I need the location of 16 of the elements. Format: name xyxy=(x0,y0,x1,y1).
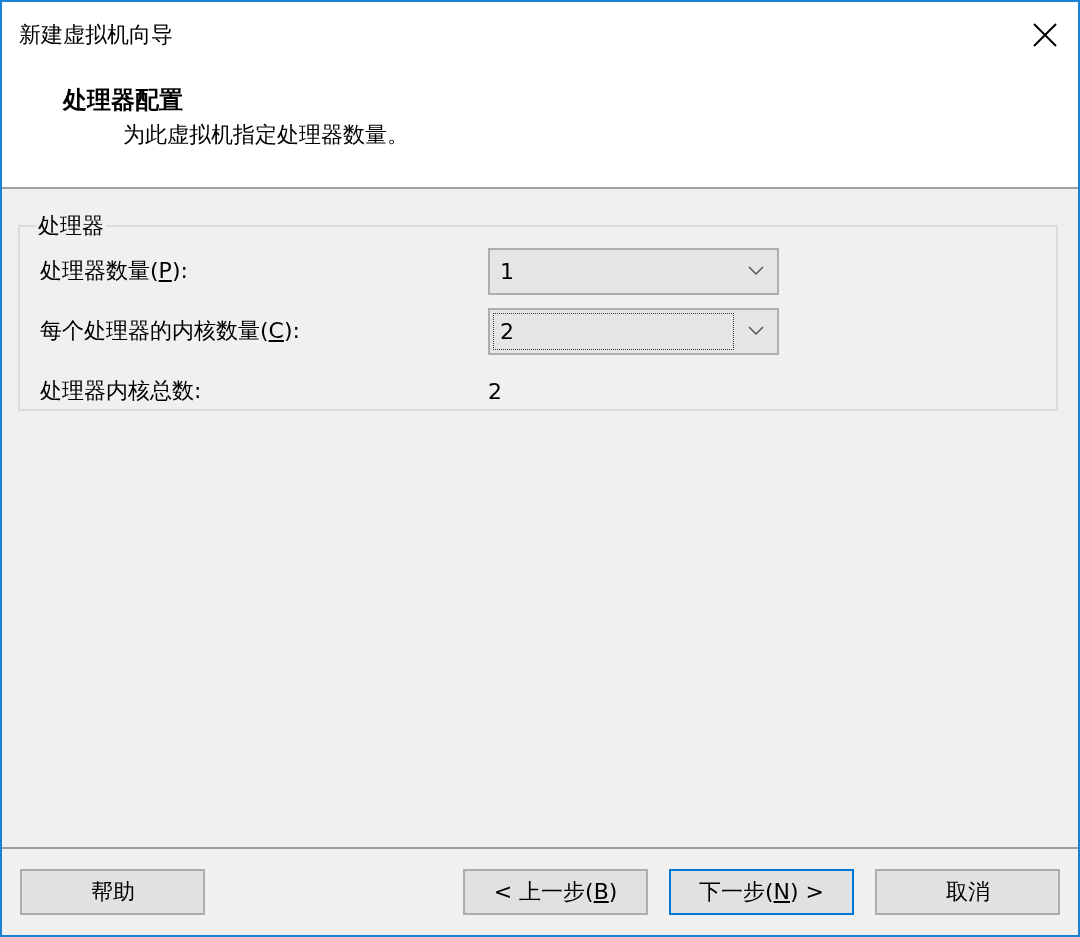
chevron-down-icon xyxy=(748,326,764,336)
chevron-down-icon xyxy=(748,266,764,276)
wizard-button[interactable]: 取消 xyxy=(875,869,1060,915)
page-description: 为此虚拟机指定处理器数量。 xyxy=(123,121,410,149)
wizard-button[interactable]: < 上一步(B) xyxy=(463,869,648,915)
window-title: 新建虚拟机向导 xyxy=(19,21,173,49)
field-label: 处理器内核总数: xyxy=(40,377,203,405)
dropdown[interactable]: 2 xyxy=(488,307,779,355)
dropdown[interactable]: 1 xyxy=(488,247,779,295)
field-label: 每个处理器的内核数量(C): xyxy=(40,317,301,345)
page-heading: 处理器配置 xyxy=(63,85,184,116)
total-value: 2 xyxy=(488,378,502,404)
group-title: 处理器 xyxy=(37,212,105,240)
field-label: 处理器数量(P): xyxy=(40,257,189,285)
wizard-button[interactable]: 下一步(N) > xyxy=(669,869,854,915)
wizard-button[interactable]: 帮助 xyxy=(20,869,205,915)
